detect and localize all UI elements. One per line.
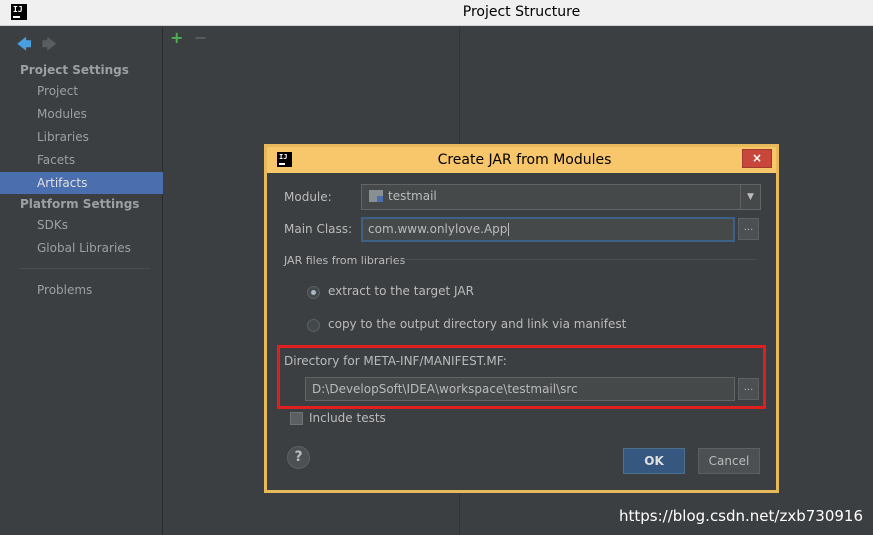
sidebar-divider bbox=[20, 268, 150, 269]
sidebar-item-project[interactable]: Project bbox=[0, 80, 163, 102]
sidebar-item-global-libraries[interactable]: Global Libraries bbox=[0, 237, 163, 259]
sidebar-item-sdks[interactable]: SDKs bbox=[0, 214, 163, 236]
section-platform-settings: Platform Settings bbox=[20, 197, 140, 211]
include-tests-checkbox[interactable] bbox=[290, 412, 303, 425]
create-jar-dialog: IJ Create JAR from Modules × Module: tes… bbox=[264, 144, 779, 493]
module-select-value: testmail bbox=[388, 189, 437, 203]
copy-radio[interactable] bbox=[307, 319, 320, 332]
ok-button[interactable]: OK bbox=[623, 448, 685, 474]
module-label: Module: bbox=[284, 190, 332, 204]
module-select[interactable]: testmail ▼ bbox=[361, 184, 761, 210]
text-cursor bbox=[508, 223, 510, 236]
window-title-bar: IJ Project Structure bbox=[0, 0, 873, 26]
sidebar-item-modules[interactable]: Modules bbox=[0, 103, 163, 125]
dialog-title-bar: IJ Create JAR from Modules × bbox=[267, 147, 776, 173]
main-class-browse-button[interactable]: ... bbox=[738, 218, 759, 240]
close-button[interactable]: × bbox=[742, 149, 772, 168]
section-project-settings: Project Settings bbox=[20, 63, 129, 77]
extract-radio[interactable] bbox=[307, 286, 320, 299]
sidebar-item-libraries[interactable]: Libraries bbox=[0, 126, 163, 148]
sidebar-item-problems[interactable]: Problems bbox=[0, 279, 163, 301]
forward-arrow-icon[interactable]: 🡆 bbox=[42, 34, 56, 58]
add-icon[interactable]: + bbox=[170, 28, 183, 47]
dialog-title: Create JAR from Modules bbox=[437, 152, 612, 168]
manifest-dir-input[interactable]: D:\DevelopSoft\IDEA\workspace\testmail\s… bbox=[305, 377, 735, 401]
back-arrow-icon[interactable]: 🡄 bbox=[17, 34, 31, 58]
watermark-url: https://blog.csdn.net/zxb730916 bbox=[619, 507, 863, 525]
manifest-dir-label: Directory for META-INF/MANIFEST.MF: bbox=[284, 354, 507, 368]
extract-option-label[interactable]: extract to the target JAR bbox=[328, 284, 474, 298]
copy-option-label[interactable]: copy to the output directory and link vi… bbox=[328, 317, 626, 331]
include-tests-label[interactable]: Include tests bbox=[309, 411, 386, 425]
module-folder-icon bbox=[369, 190, 383, 202]
cancel-button[interactable]: Cancel bbox=[698, 448, 760, 474]
main-class-value: com.www.onlylove.App bbox=[368, 222, 508, 236]
help-button[interactable]: ? bbox=[287, 446, 310, 469]
jar-files-group-label: JAR files from libraries bbox=[284, 254, 406, 267]
sidebar: 🡄 🡆 Project Settings Project Modules Lib… bbox=[0, 27, 163, 535]
sidebar-item-artifacts[interactable]: Artifacts bbox=[0, 172, 163, 194]
window-title: Project Structure bbox=[462, 4, 581, 20]
sidebar-item-facets[interactable]: Facets bbox=[0, 149, 163, 171]
manifest-dir-browse-button[interactable]: ... bbox=[738, 378, 759, 400]
chevron-down-icon[interactable]: ▼ bbox=[740, 185, 760, 209]
main-class-input[interactable]: com.www.onlylove.App bbox=[361, 217, 735, 242]
main-class-label: Main Class: bbox=[284, 222, 353, 236]
remove-icon[interactable]: − bbox=[194, 28, 207, 47]
group-divider bbox=[397, 259, 757, 260]
